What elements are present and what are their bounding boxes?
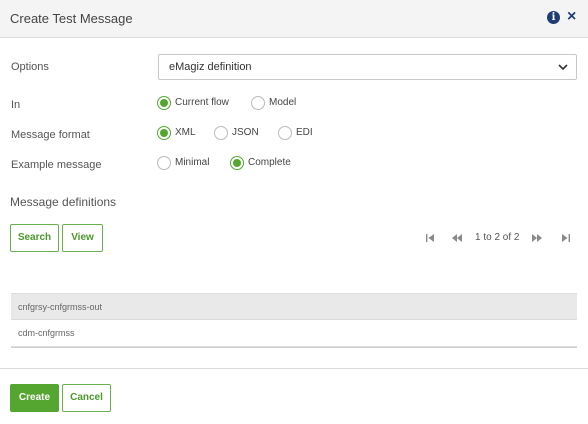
radio-circle — [251, 96, 265, 110]
radio-circle — [278, 126, 292, 140]
previous-page-icon[interactable] — [451, 232, 463, 244]
radio-label: EDI — [296, 127, 313, 138]
dialog-header: Create Test Message i × — [0, 0, 588, 38]
radio-circle — [157, 126, 171, 140]
radio-label: JSON — [232, 127, 259, 138]
options-select[interactable]: eMagiz definition — [158, 54, 577, 80]
radio-label: Model — [269, 97, 297, 108]
footer-divider — [0, 368, 588, 369]
definitions-table: cnfgrsy-cnfgrmss-out cdm-cnfgrmss — [11, 293, 577, 347]
radio-label: Complete — [248, 157, 291, 168]
search-button[interactable]: Search — [10, 224, 59, 252]
table-divider — [11, 347, 577, 348]
definitions-title: Message definitions — [10, 195, 117, 209]
first-page-icon[interactable] — [424, 232, 436, 244]
pager-text: 1 to 2 of 2 — [475, 232, 520, 243]
radio-circle — [157, 96, 171, 110]
close-icon[interactable]: × — [567, 7, 576, 27]
info-icon[interactable]: i — [547, 11, 560, 24]
table-cell: cdm-cnfgrmss — [18, 328, 75, 338]
table-cell: cnfgrsy-cnfgrmss-out — [18, 302, 103, 312]
in-label: In — [11, 99, 21, 111]
radio-circle — [157, 156, 171, 170]
example-label: Example message — [11, 159, 102, 171]
radio-label: Current flow — [175, 97, 229, 108]
format-label: Message format — [11, 129, 90, 141]
next-page-icon[interactable] — [531, 232, 543, 244]
dialog-title: Create Test Message — [10, 11, 133, 26]
cancel-button[interactable]: Cancel — [62, 384, 111, 412]
radio-label: Minimal — [175, 157, 210, 168]
create-button[interactable]: Create — [10, 384, 59, 412]
last-page-icon[interactable] — [560, 232, 572, 244]
table-row[interactable]: cdm-cnfgrmss — [11, 320, 577, 347]
table-row[interactable]: cnfgrsy-cnfgrmss-out — [11, 293, 577, 320]
options-select-value: eMagiz definition — [169, 61, 252, 73]
radio-circle — [230, 156, 244, 170]
view-button[interactable]: View — [62, 224, 103, 252]
radio-label: XML — [175, 127, 196, 138]
options-label: Options — [11, 61, 49, 73]
chevron-down-icon — [558, 64, 568, 71]
radio-circle — [214, 126, 228, 140]
